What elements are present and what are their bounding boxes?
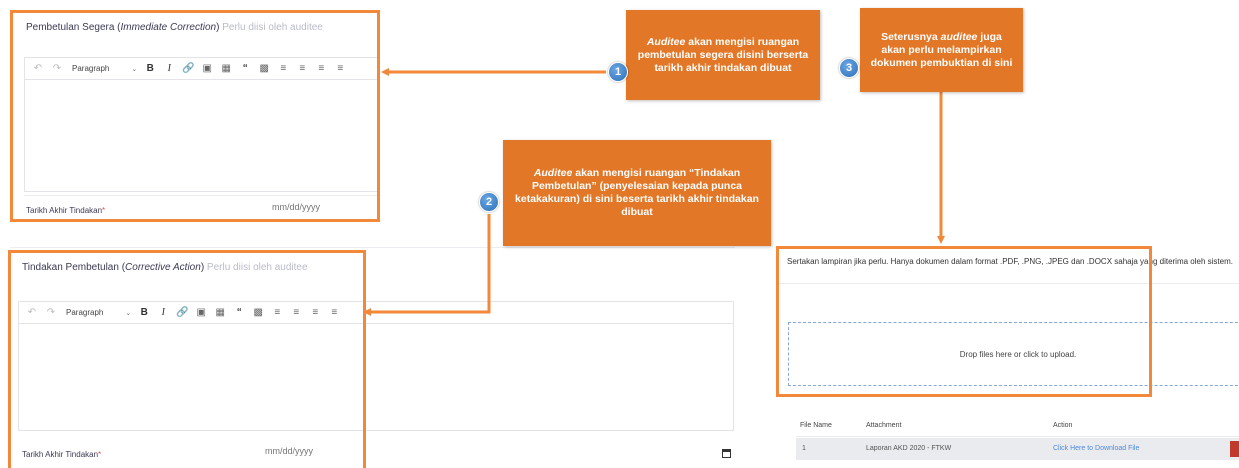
table-header-filename: File Name [800,422,832,429]
section-divider [10,247,735,248]
table-row: 1 Laporan AKD 2020 - FTKW Click Here to … [796,438,1239,460]
row-file-name: 1 [802,445,806,452]
step-badge-2: 2 [479,192,499,212]
table-divider [796,436,1239,437]
arrow-2 [363,214,491,316]
attachment-highlight-frame [776,246,1152,397]
delete-icon[interactable] [1230,441,1239,457]
corrective-highlight-frame [8,250,366,468]
table-header-attachment: Attachment [866,422,902,429]
callout-3: Seterusnya auditee juga akan perlu melam… [860,8,1023,92]
calendar-icon[interactable] [722,449,731,458]
row-attachment: Laporan AKD 2020 - FTKW [866,445,952,452]
step-badge-3: 3 [839,58,859,78]
download-link[interactable]: Click Here to Download File [1053,445,1139,452]
immediate-highlight-frame [10,10,380,222]
callout-2: Auditee akan mengisi ruangan “Tindakan P… [503,140,771,246]
step-badge-1: 1 [608,62,628,82]
table-header-action: Action [1053,422,1073,429]
callout-1: Auditee akan mengisi ruangan pembetulan … [626,10,820,100]
